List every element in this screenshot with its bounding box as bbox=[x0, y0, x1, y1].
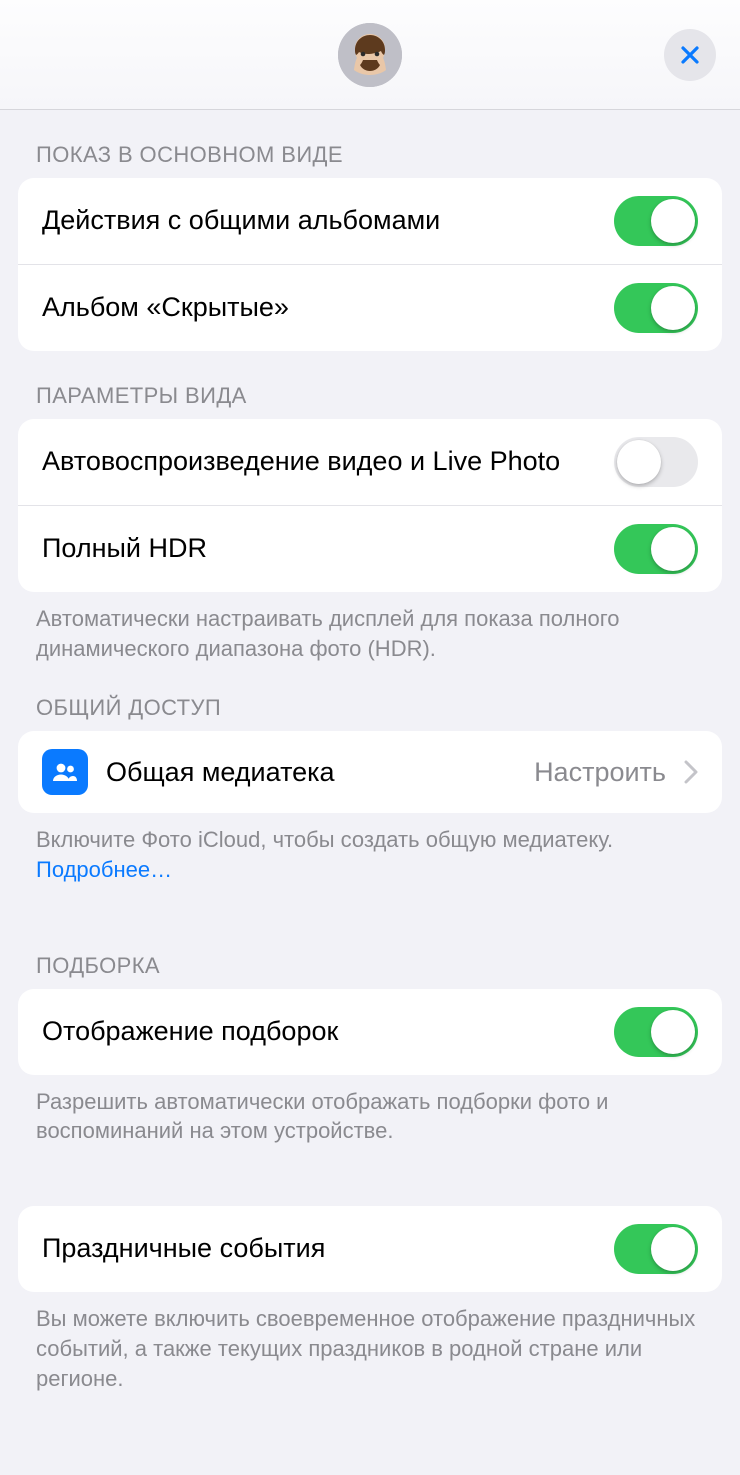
toggle-knob bbox=[617, 440, 661, 484]
row-label: Праздничные события bbox=[42, 1232, 596, 1266]
learn-more-link[interactable]: Подробнее… bbox=[36, 857, 172, 882]
footer-sharing: Включите Фото iCloud, чтобы создать общу… bbox=[0, 813, 740, 884]
toggle-show-featured[interactable] bbox=[614, 1007, 698, 1057]
group-holidays: Праздничные события bbox=[18, 1206, 722, 1292]
toggle-shared-albums-activity[interactable] bbox=[614, 196, 698, 246]
footer-sharing-text: Включите Фото iCloud, чтобы создать общу… bbox=[36, 827, 613, 852]
row-label: Полный HDR bbox=[42, 532, 596, 566]
section-header-view-params: ПАРАМЕТРЫ ВИДА bbox=[0, 375, 740, 419]
section-sharing: ОБЩИЙ ДОСТУП Общая медиатека Настроить bbox=[0, 687, 740, 884]
row-label: Альбом «Скрытые» bbox=[42, 291, 596, 325]
section-holidays: Праздничные события Вы можете включить с… bbox=[0, 1206, 740, 1393]
row-hidden-album[interactable]: Альбом «Скрытые» bbox=[18, 264, 722, 351]
footer-view-params: Автоматически настраивать дисплей для по… bbox=[0, 592, 740, 663]
row-holiday-events[interactable]: Праздничные события bbox=[18, 1206, 722, 1292]
modal-header bbox=[0, 0, 740, 110]
toggle-holiday-events[interactable] bbox=[614, 1224, 698, 1274]
toggle-knob bbox=[651, 1010, 695, 1054]
row-shared-library[interactable]: Общая медиатека Настроить bbox=[18, 731, 722, 813]
footer-featured: Разрешить автоматически отображать подбо… bbox=[0, 1075, 740, 1146]
avatar[interactable] bbox=[338, 23, 402, 87]
section-header-featured: ПОДБОРКА bbox=[0, 945, 740, 989]
row-label: Действия с общими альбомами bbox=[42, 204, 596, 238]
toggle-knob bbox=[651, 527, 695, 571]
row-show-featured[interactable]: Отображение подборок bbox=[18, 989, 722, 1075]
section-header-main-view: ПОКАЗ В ОСНОВНОМ ВИДЕ bbox=[0, 134, 740, 178]
row-value: Настроить bbox=[534, 757, 666, 788]
row-shared-albums-activity[interactable]: Действия с общими альбомами bbox=[18, 178, 722, 264]
row-label: Отображение подборок bbox=[42, 1015, 596, 1049]
toggle-knob bbox=[651, 286, 695, 330]
section-main-view: ПОКАЗ В ОСНОВНОМ ВИДЕ Действия с общими … bbox=[0, 134, 740, 351]
group-sharing: Общая медиатека Настроить bbox=[18, 731, 722, 813]
group-main-view: Действия с общими альбомами Альбом «Скры… bbox=[18, 178, 722, 351]
section-header-sharing: ОБЩИЙ ДОСТУП bbox=[0, 687, 740, 731]
memoji-avatar-icon bbox=[338, 23, 402, 87]
group-view-params: Автовоспроизведение видео и Live Photo П… bbox=[18, 419, 722, 592]
row-full-hdr[interactable]: Полный HDR bbox=[18, 505, 722, 592]
group-featured: Отображение подборок bbox=[18, 989, 722, 1075]
chevron-right-icon bbox=[684, 760, 698, 784]
row-label: Общая медиатека bbox=[106, 756, 516, 790]
toggle-full-hdr[interactable] bbox=[614, 524, 698, 574]
settings-content: ПОКАЗ В ОСНОВНОМ ВИДЕ Действия с общими … bbox=[0, 134, 740, 1423]
footer-holidays: Вы можете включить своевременное отображ… bbox=[0, 1292, 740, 1393]
toggle-autoplay[interactable] bbox=[614, 437, 698, 487]
row-autoplay[interactable]: Автовоспроизведение видео и Live Photo bbox=[18, 419, 722, 505]
section-view-params: ПАРАМЕТРЫ ВИДА Автовоспроизведение видео… bbox=[0, 375, 740, 663]
people-icon bbox=[42, 749, 88, 795]
toggle-knob bbox=[651, 1227, 695, 1271]
toggle-hidden-album[interactable] bbox=[614, 283, 698, 333]
toggle-knob bbox=[651, 199, 695, 243]
close-button[interactable] bbox=[664, 29, 716, 81]
close-icon bbox=[678, 43, 702, 67]
section-featured: ПОДБОРКА Отображение подборок Разрешить … bbox=[0, 945, 740, 1146]
row-label: Автовоспроизведение видео и Live Photo bbox=[42, 445, 596, 479]
